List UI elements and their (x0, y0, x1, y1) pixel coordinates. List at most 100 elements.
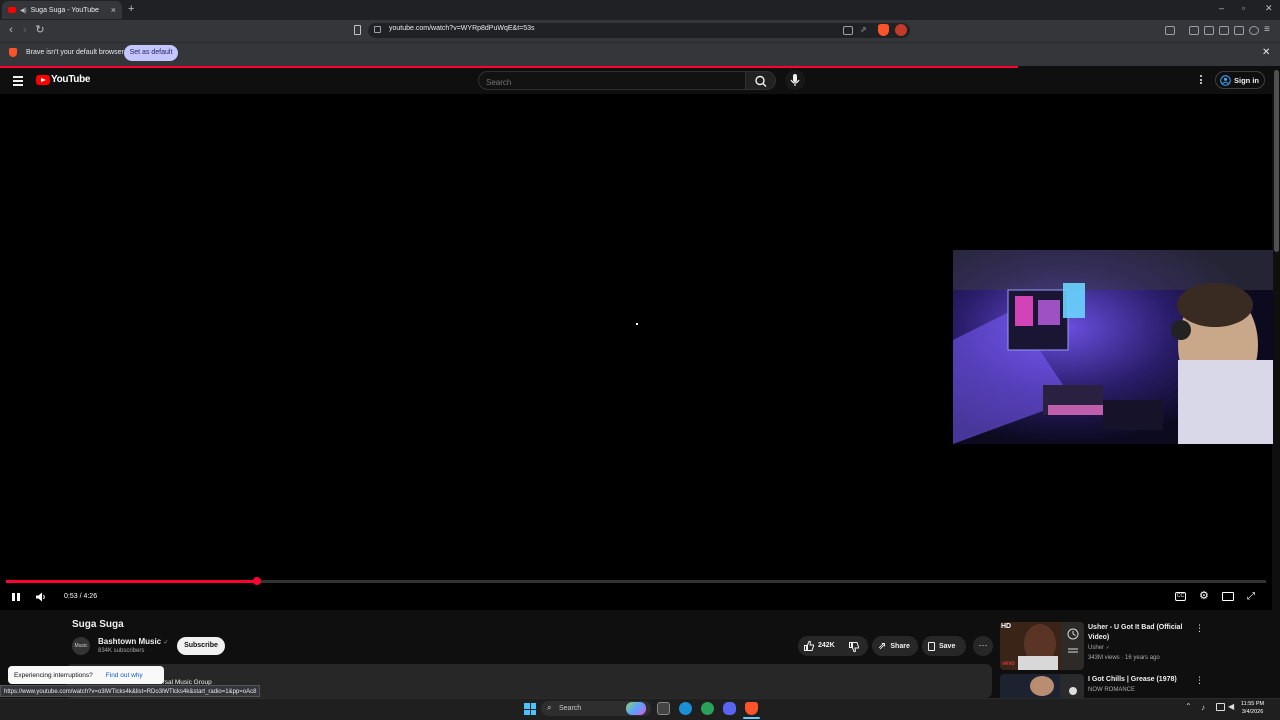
save-button[interactable]: Save (922, 636, 966, 656)
status-bar-url: https://www.youtube.com/watch?v=o3lWTlck… (0, 685, 261, 697)
discord-icon[interactable] (723, 702, 736, 715)
voice-search-button[interactable] (785, 70, 805, 90)
pause-icon[interactable] (11, 592, 21, 602)
thumbs-down-icon (849, 642, 859, 653)
clock-date: 3/4/2026 (1241, 709, 1264, 715)
default-browser-notice (0, 42, 1280, 66)
brave-shields-icon[interactable] (878, 24, 889, 36)
widgets-icon[interactable] (626, 702, 646, 715)
share-button[interactable]: ⇗ Share (872, 636, 918, 656)
dislike-button[interactable] (848, 641, 860, 653)
chrome-icon[interactable] (701, 702, 714, 715)
more-actions-button[interactable]: ··· (973, 636, 993, 656)
new-tab-button[interactable]: + (128, 3, 134, 15)
minimize-icon[interactable]: – (1219, 3, 1224, 13)
recommendation-title[interactable]: Usher - U Got It Bad (Official Video) (1088, 623, 1188, 643)
window-close-icon[interactable]: ✕ (1265, 3, 1273, 14)
leo-icon[interactable] (1234, 26, 1244, 35)
subscribe-button[interactable]: Subscribe (177, 637, 225, 655)
settings-gear-icon[interactable]: ⚙ (1199, 591, 1209, 602)
video-progress-bar[interactable] (6, 577, 1266, 585)
wallet-icon[interactable] (1219, 26, 1229, 35)
video-progress-fill (6, 580, 257, 583)
brave-rewards-icon[interactable] (895, 24, 907, 36)
volume-tray-icon[interactable]: ◀ (1228, 702, 1234, 711)
sidebar-toggle-icon[interactable] (1165, 26, 1175, 35)
network-icon[interactable] (1216, 703, 1225, 711)
recommendation-channel[interactable]: Usher ✓ (1088, 645, 1110, 651)
volume-icon[interactable] (35, 592, 47, 602)
recommendation-channel[interactable]: NOW ROMANCE (1088, 687, 1135, 693)
scrollbar-thumb[interactable] (1274, 70, 1279, 252)
share-label: Share (890, 642, 910, 650)
search-box[interactable] (478, 71, 746, 91)
brave-logo-icon (9, 48, 17, 57)
site-info-icon[interactable] (374, 26, 381, 33)
toast-text: Experiencing interruptions? (14, 671, 93, 679)
time-display: 0:53 / 4:26 (64, 593, 98, 600)
interruption-toast: Experiencing interruptions? Find out why (8, 666, 164, 684)
system-clock[interactable]: 11:55 PM 3/4/2026 (1241, 700, 1264, 716)
recommendation-meta: 343M views · 16 years ago (1088, 655, 1160, 661)
tab-close-icon[interactable]: × (111, 5, 116, 15)
sign-in-label: Sign in (1234, 75, 1259, 85)
recommendation-title[interactable]: I Got Chills | Grease (1978) (1088, 675, 1188, 685)
reload-icon[interactable]: ↻ (33, 23, 47, 37)
save-label: Save (939, 642, 956, 650)
reader-icon[interactable] (1204, 26, 1214, 35)
theater-mode-icon[interactable] (1222, 592, 1234, 601)
set-as-default-button[interactable]: Set as default (124, 45, 178, 61)
youtube-favicon-icon (8, 7, 16, 13)
search-input[interactable] (479, 74, 745, 91)
maximize-icon[interactable]: ▫ (1242, 3, 1245, 13)
search-button[interactable] (746, 71, 776, 90)
cast-icon[interactable] (843, 26, 853, 35)
captions-icon[interactable]: CC (1175, 592, 1186, 601)
channel-name[interactable]: Bashtown Music ✓ (98, 637, 168, 646)
windows-start-icon[interactable] (524, 703, 536, 715)
taskbar-search-label: Search (559, 705, 582, 712)
recommendation-thumbnail[interactable] (1000, 674, 1084, 698)
forward-icon[interactable]: › (18, 23, 32, 37)
youtube-logo-text[interactable]: YouTube (51, 74, 91, 85)
save-icon (928, 641, 935, 651)
microphone-icon (790, 74, 800, 86)
media-icon[interactable] (1189, 26, 1199, 35)
clock-time: 11:55 PM (1241, 701, 1265, 707)
tray-chevron-icon[interactable]: ⌃ (1185, 702, 1192, 711)
back-icon[interactable]: ‹ (4, 23, 18, 37)
like-button[interactable] (803, 640, 815, 652)
brave-taskbar-icon[interactable] (745, 702, 758, 715)
channel-avatar[interactable]: Music (72, 637, 90, 655)
hamburger-menu-icon[interactable] (13, 76, 23, 88)
verified-badge-icon: ✓ (163, 640, 169, 646)
recommendation-channel-name: Usher (1088, 645, 1105, 651)
vpn-icon[interactable] (1249, 26, 1259, 35)
notice-text: Brave isn't your default browser (26, 49, 124, 56)
url-text[interactable]: youtube.com/watch?v=WYRp8dPuWqE&t=53s (389, 25, 535, 32)
recommendation-menu-icon[interactable]: ⋮ (1195, 675, 1204, 686)
notice-close-icon[interactable]: ✕ (1262, 47, 1270, 58)
channel-name-text: Bashtown Music (98, 637, 162, 646)
youtube-logo-icon[interactable] (36, 75, 50, 85)
recommendation-menu-icon[interactable]: ⋮ (1195, 623, 1204, 634)
bookmark-icon[interactable] (354, 25, 361, 35)
sign-in-button[interactable]: Sign in (1215, 71, 1265, 89)
browser-tab[interactable]: ◀) Suga Suga - YouTube × (2, 1, 122, 19)
taskbar-search-icon: ⌕ (547, 703, 552, 712)
search-icon (755, 75, 767, 87)
find-out-why-link[interactable]: Find out why (106, 672, 143, 679)
settings-kebab-icon[interactable] (1199, 75, 1203, 86)
fullscreen-icon[interactable]: ⤢ (1247, 591, 1255, 602)
browser-menu-icon[interactable]: ≡ (1264, 24, 1270, 35)
tab-title: Suga Suga - YouTube (30, 6, 99, 14)
microphone-tray-icon[interactable]: ♪ (1201, 703, 1205, 712)
share-page-icon[interactable]: ⇗ (860, 25, 867, 34)
video-scrubber-handle[interactable] (253, 577, 261, 585)
like-count[interactable]: 242K (818, 642, 835, 649)
subscriber-count: 834K subscribers (98, 648, 145, 654)
browser-tab-strip (0, 0, 1280, 20)
hd-badge: HD (1001, 623, 1012, 630)
edge-browser-icon[interactable] (679, 702, 692, 715)
task-view-icon[interactable] (657, 702, 670, 715)
